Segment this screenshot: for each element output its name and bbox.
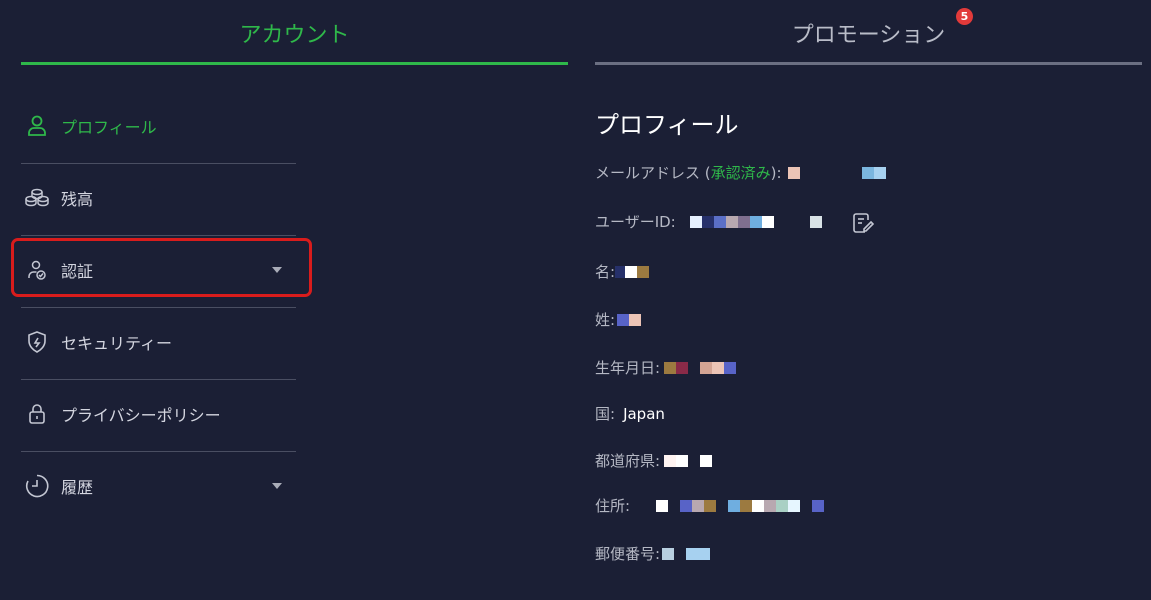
chevron-down-icon: [272, 483, 282, 489]
edit-icon[interactable]: [851, 211, 875, 235]
email-verified-status: 承認済み: [710, 164, 771, 182]
email-label-end: ):: [770, 163, 782, 182]
firstname-label: 名:: [595, 263, 616, 281]
birthdate-field: 生年月日:: [595, 357, 737, 378]
tab-account[interactable]: アカウント: [21, 0, 568, 66]
userid-label: ユーザーID:: [595, 213, 676, 231]
postal-code-label: 郵便番号:: [595, 545, 661, 563]
clock-icon: [25, 474, 49, 498]
address-label: 住所:: [595, 497, 631, 515]
postal-code-field: 郵便番号:: [595, 543, 711, 564]
sidebar-item-label: プロフィール: [61, 118, 157, 137]
page: アカウント プロモーション 5 プロフィール 残高 認証 セキュリティー プライ…: [0, 0, 1151, 600]
tab-promotion-underline: [595, 62, 1142, 65]
redacted-value: [787, 166, 886, 179]
redacted-value: [662, 547, 711, 560]
redacted-value: [615, 265, 650, 278]
redacted-value: [689, 215, 822, 228]
address-field: 住所:: [595, 495, 825, 516]
coins-icon: [25, 186, 49, 210]
sidebar-item-label: セキュリティー: [61, 334, 173, 353]
shield-icon: [25, 330, 49, 354]
redacted-value: [656, 499, 825, 512]
sidebar-item-security[interactable]: セキュリティー: [21, 307, 296, 377]
sidebar-item-history[interactable]: 履歴: [21, 451, 296, 521]
country-value: Japan: [623, 404, 665, 423]
lastname-label: 姓:: [595, 311, 616, 329]
lastname-field: 姓:: [595, 309, 642, 330]
prefecture-label: 都道府県:: [595, 452, 661, 470]
highlight-box: [11, 238, 312, 297]
country-field: 国: Japan: [595, 403, 665, 424]
sidebar-item-label: 履歴: [61, 478, 94, 497]
email-field: メールアドレス (承認済み):: [595, 162, 886, 183]
sidebar-item-privacy-policy[interactable]: プライバシーポリシー: [21, 379, 296, 449]
tab-account-underline: [21, 62, 568, 65]
prefecture-field: 都道府県:: [595, 450, 713, 471]
userid-field: ユーザーID:: [595, 211, 822, 232]
sidebar-item-balance[interactable]: 残高: [21, 163, 296, 233]
promotion-badge: 5: [956, 8, 973, 25]
sidebar-item-label: 残高: [61, 190, 94, 209]
profile-title: プロフィール: [595, 111, 739, 139]
sidebar-item-label: プライバシーポリシー: [61, 406, 221, 425]
birthdate-label: 生年月日:: [595, 359, 661, 377]
lock-icon: [25, 402, 49, 426]
redacted-value: [664, 454, 713, 467]
email-label: メールアドレス (: [595, 164, 711, 182]
redacted-value: [664, 361, 737, 374]
sidebar-item-profile[interactable]: プロフィール: [21, 91, 296, 161]
user-icon: [25, 114, 49, 138]
redacted-value: [617, 313, 642, 326]
tab-promotion[interactable]: プロモーション: [595, 0, 1142, 66]
country-label: 国:: [595, 405, 616, 423]
firstname-field: 名:: [595, 261, 650, 282]
